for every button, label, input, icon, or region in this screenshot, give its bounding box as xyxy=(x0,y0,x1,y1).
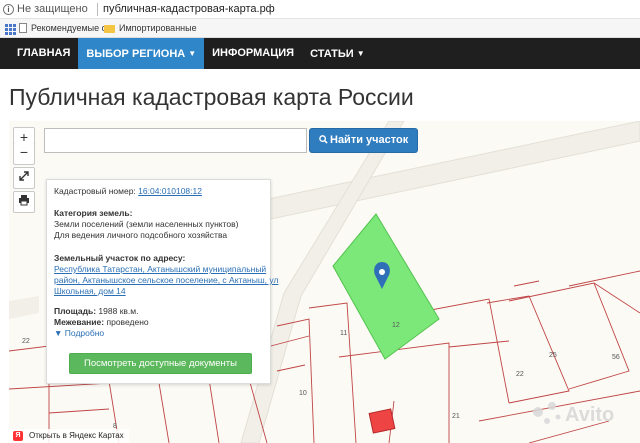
nav-item-region[interactable]: ВЫБОР РЕГИОНА ▼ xyxy=(78,38,205,69)
zoom-out-button[interactable]: − xyxy=(13,143,35,165)
survey-row: Межевание: проведено xyxy=(54,317,149,327)
address-link[interactable]: район, Актанышское сельское поселение, с… xyxy=(54,275,278,285)
cadastral-map[interactable]: 12 11 22 10 22 21 25 56 8 Avito + − Найт… xyxy=(9,121,640,443)
nav-item-home[interactable]: ГЛАВНАЯ xyxy=(9,38,78,69)
expand-icon xyxy=(19,171,29,181)
bookmarks-bar: Рекомендуемые са Импортированные xyxy=(0,19,640,38)
cadastral-row: Кадастровый номер: 16:04:010108:12 xyxy=(54,186,202,196)
land-use-value: Для ведения личного подсобного хозяйства xyxy=(54,230,228,240)
chevron-down-icon: ▼ xyxy=(356,49,365,58)
page-title: Публичная кадастровая карта России xyxy=(9,84,414,110)
area-row: Площадь: 1988 кв.м. xyxy=(54,306,139,316)
open-in-yandex-link[interactable]: Я Открыть в Яндекс Картах xyxy=(9,429,129,443)
address-link[interactable]: Школьная, дом 14 xyxy=(54,286,126,296)
url-field[interactable]: публичная-кадастровая-карта.рф xyxy=(103,3,275,15)
category-label: Категория земель: xyxy=(54,208,133,218)
plot-label: 11 xyxy=(340,330,347,337)
search-input[interactable] xyxy=(44,128,307,153)
yandex-icon: Я xyxy=(13,431,23,441)
details-toggle[interactable]: ▼ Подробно xyxy=(54,328,104,338)
nav-item-articles[interactable]: СТАТЬИ ▼ xyxy=(302,38,373,69)
building xyxy=(368,408,396,434)
address-label: Земельный участок по адресу: xyxy=(54,253,186,263)
divider xyxy=(97,3,98,16)
area-label: Площадь: xyxy=(54,306,97,316)
chevron-down-icon: ▼ xyxy=(188,49,197,58)
plot-label: 10 xyxy=(299,390,307,397)
survey-label: Межевание: xyxy=(54,317,105,327)
plot-label: 21 xyxy=(452,413,460,420)
caret-down-icon: ▼ xyxy=(54,328,63,338)
view-documents-button[interactable]: Посмотреть доступные документы xyxy=(69,353,252,374)
apps-grid-icon[interactable] xyxy=(5,24,16,35)
plot-info-panel: Кадастровый номер: 16:04:010108:12 Катег… xyxy=(46,179,278,384)
plot-label: 22 xyxy=(22,338,30,345)
browser-address-bar: i Не защищено публичная-кадастровая-карт… xyxy=(0,0,640,19)
info-icon[interactable]: i xyxy=(3,4,14,15)
site-navbar: ГЛАВНАЯ ВЫБОР РЕГИОНА ▼ ИНФОРМАЦИЯ СТАТЬИ… xyxy=(0,38,640,69)
printer-icon xyxy=(19,195,29,206)
folder-icon xyxy=(104,25,115,33)
print-button[interactable] xyxy=(13,191,35,213)
address-link[interactable]: Республика Татарстан, Актанышский муници… xyxy=(54,264,266,274)
survey-value: проведено xyxy=(106,317,149,327)
fullscreen-button[interactable] xyxy=(13,167,35,189)
bookmark-recommended[interactable]: Рекомендуемые са xyxy=(31,23,111,33)
svg-text:Avito: Avito xyxy=(565,404,614,426)
search-icon xyxy=(319,135,328,144)
page-icon xyxy=(19,23,27,33)
cadastral-number-link[interactable]: 16:04:010108:12 xyxy=(138,186,202,196)
road xyxy=(9,296,39,319)
area-value: 1988 кв.м. xyxy=(98,306,139,316)
plot-label: 22 xyxy=(516,371,524,378)
category-value: Земли поселений (земли населенных пункто… xyxy=(54,219,239,229)
bookmark-imported[interactable]: Импортированные xyxy=(119,23,197,33)
avito-watermark: Avito xyxy=(533,402,614,426)
plot-label: 12 xyxy=(392,322,400,329)
nav-item-info[interactable]: ИНФОРМАЦИЯ xyxy=(204,38,302,69)
security-status[interactable]: Не защищено xyxy=(17,3,88,15)
find-plot-button[interactable]: Найти участок xyxy=(309,128,419,153)
cadastral-label: Кадастровый номер: xyxy=(54,186,136,196)
plot-label: 25 xyxy=(549,352,557,359)
plot-label: 56 xyxy=(612,354,620,361)
